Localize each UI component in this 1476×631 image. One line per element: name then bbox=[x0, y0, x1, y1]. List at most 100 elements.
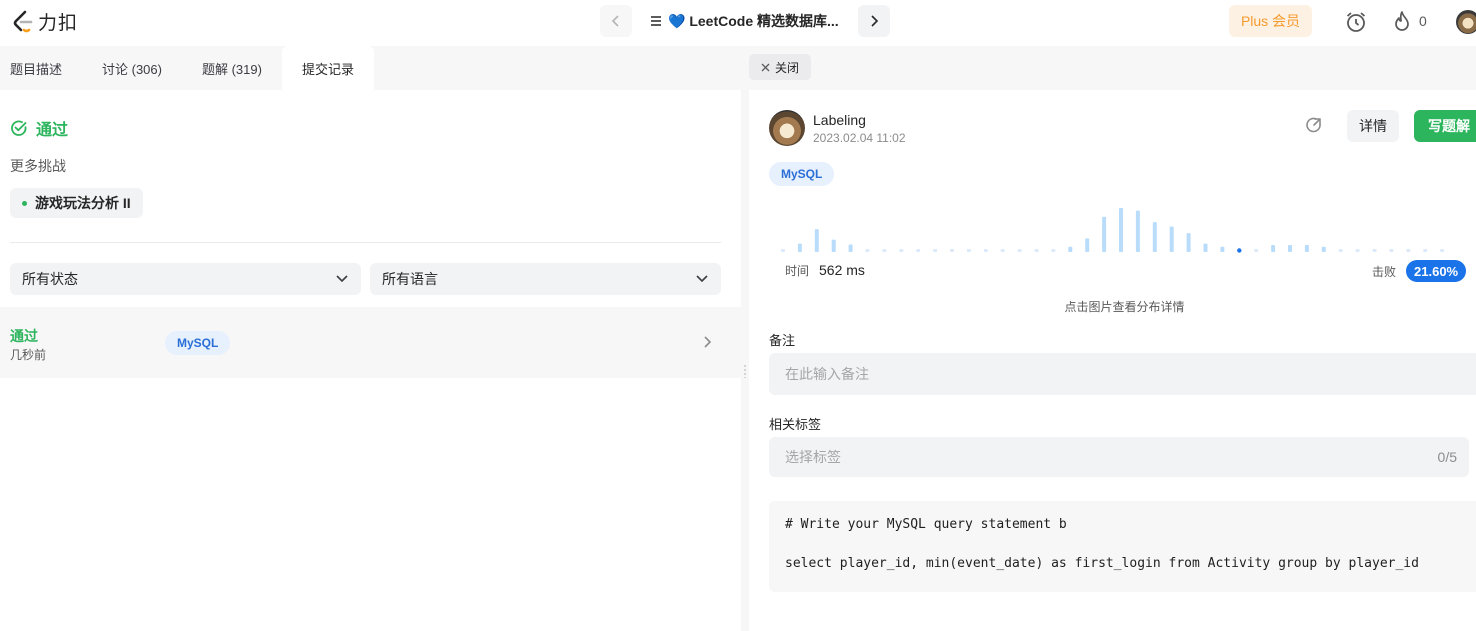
chevron-down-icon bbox=[696, 275, 708, 283]
challenge-item[interactable]: 游戏玩法分析 II bbox=[10, 188, 143, 218]
beats-value: 21.60% bbox=[1406, 260, 1467, 282]
code-line: select player_id, min(event_date) as fir… bbox=[785, 556, 1419, 571]
avatar[interactable] bbox=[769, 110, 805, 146]
logo[interactable]: 力扣 bbox=[12, 8, 78, 35]
check-circle-icon bbox=[11, 120, 27, 136]
tab-submissions[interactable]: 提交记录 bbox=[281, 46, 374, 90]
chevron-down-icon bbox=[336, 275, 348, 283]
language-badge: MySQL bbox=[769, 162, 835, 186]
distribution-bar bbox=[1068, 246, 1073, 252]
distribution-bar bbox=[781, 249, 785, 252]
submission-time: 几秒前 bbox=[10, 348, 47, 362]
chart-hint[interactable]: 点击图片查看分布详情 bbox=[749, 298, 1476, 315]
problem-list-title: 💙 LeetCode 精选数据库... bbox=[668, 13, 839, 29]
runtime-value: 562 ms bbox=[819, 262, 865, 278]
close-icon bbox=[761, 63, 770, 71]
distribution-bar bbox=[899, 249, 904, 252]
write-solution-button[interactable]: 写题解 bbox=[1414, 110, 1476, 142]
streak-count: 0 bbox=[1419, 13, 1427, 29]
code-line: # Write your MySQL query statement b bbox=[785, 517, 1067, 532]
top-nav: 力扣 💙 LeetCode 精选数据库... Plus 会员 0 bbox=[0, 0, 1476, 43]
flame-icon bbox=[1395, 11, 1409, 31]
close-label: 关闭 bbox=[775, 60, 800, 75]
next-problem-button[interactable] bbox=[858, 5, 890, 37]
share-icon[interactable] bbox=[1305, 116, 1323, 134]
distribution-bar bbox=[1423, 249, 1428, 252]
distribution-bar bbox=[1338, 249, 1343, 252]
note-input[interactable] bbox=[769, 353, 1476, 395]
alarm-clock-icon[interactable] bbox=[1344, 10, 1368, 34]
streak-counter[interactable]: 0 bbox=[1393, 10, 1427, 32]
distribution-bar bbox=[1186, 233, 1191, 252]
list-icon bbox=[651, 16, 661, 26]
result-status: 通过 bbox=[10, 116, 68, 140]
submission-detail-panel: Labeling 2023.02.04 11:02 详情 写题解 MySQL 时… bbox=[749, 90, 1476, 631]
distribution-bar bbox=[1203, 243, 1208, 252]
challenge-title: 游戏玩法分析 II bbox=[35, 195, 131, 211]
distribution-bar bbox=[814, 229, 819, 252]
brand-name: 力扣 bbox=[38, 12, 79, 34]
runtime-stat: 时间 562 ms bbox=[785, 262, 865, 279]
distribution-bar bbox=[1288, 244, 1292, 252]
distribution-bar bbox=[1271, 244, 1276, 252]
detail-tabs: 关闭 bbox=[749, 46, 1476, 90]
beats-stat: 击败 21.60% bbox=[1372, 260, 1467, 282]
note-label: 备注 bbox=[769, 333, 796, 348]
distribution-bar bbox=[1254, 249, 1259, 252]
distribution-bar bbox=[1051, 249, 1056, 252]
distribution-bar bbox=[966, 249, 971, 252]
language-filter-value: 所有语言 bbox=[382, 271, 438, 287]
submitted-at: 2023.02.04 11:02 bbox=[813, 131, 906, 145]
problem-tabs: 题目描述 讨论 (306) 题解 (319) 提交记录 bbox=[0, 46, 741, 90]
distribution-bar bbox=[831, 239, 836, 252]
username[interactable]: Labeling bbox=[813, 112, 866, 128]
submission-language: MySQL bbox=[165, 331, 231, 355]
distribution-bar bbox=[848, 244, 853, 252]
distribution-bar bbox=[1321, 246, 1326, 252]
chevron-right-icon bbox=[704, 336, 712, 348]
left-panel: 题目描述 讨论 (306) 题解 (319) 提交记录 通过 更多挑战 游戏玩法… bbox=[0, 46, 741, 631]
tags-label: 相关标签 bbox=[769, 417, 822, 432]
plus-membership-button[interactable]: Plus 会员 bbox=[1229, 5, 1312, 37]
tab-discussion[interactable]: 讨论 (306) bbox=[82, 46, 182, 90]
tab-solutions[interactable]: 题解 (319) bbox=[182, 46, 282, 90]
chevron-right-icon bbox=[871, 15, 879, 27]
language-filter[interactable]: 所有语言 bbox=[370, 263, 721, 295]
distribution-bar bbox=[1304, 244, 1309, 252]
user-avatar[interactable] bbox=[1456, 10, 1476, 34]
status-filter-value: 所有状态 bbox=[22, 271, 78, 287]
divider bbox=[10, 242, 721, 243]
code-block[interactable]: # Write your MySQL query statement b sel… bbox=[769, 501, 1476, 592]
distribution-bar bbox=[1085, 238, 1090, 252]
beats-label: 击败 bbox=[1372, 264, 1397, 279]
prev-problem-button[interactable] bbox=[600, 5, 632, 37]
distribution-bar bbox=[933, 249, 938, 252]
runtime-distribution-chart[interactable] bbox=[779, 200, 1469, 254]
distribution-bar bbox=[1355, 249, 1360, 252]
distribution-bar bbox=[1169, 226, 1174, 252]
leetcode-logo-icon bbox=[13, 10, 33, 32]
distribution-bar bbox=[1389, 249, 1394, 252]
distribution-bar bbox=[983, 249, 988, 252]
distribution-bar bbox=[865, 249, 870, 252]
panel-splitter[interactable] bbox=[741, 46, 749, 631]
distribution-bar bbox=[1440, 249, 1445, 252]
distribution-bar bbox=[1119, 208, 1123, 252]
submission-row[interactable]: 通过 几秒前 MySQL bbox=[0, 307, 741, 378]
problem-list-button[interactable]: 💙 LeetCode 精选数据库... bbox=[650, 11, 839, 31]
distribution-bar bbox=[1017, 249, 1022, 252]
distribution-bar bbox=[1406, 249, 1411, 252]
current-submission-marker bbox=[1237, 248, 1242, 253]
tab-description[interactable]: 题目描述 bbox=[0, 46, 82, 90]
status-filter[interactable]: 所有状态 bbox=[10, 263, 361, 295]
close-detail-tab[interactable]: 关闭 bbox=[749, 54, 812, 80]
result-status-text: 通过 bbox=[36, 122, 69, 139]
distribution-bar bbox=[916, 249, 921, 252]
drag-handle-icon bbox=[744, 364, 746, 378]
distribution-bar bbox=[1102, 216, 1107, 252]
distribution-bar bbox=[797, 243, 802, 252]
tags-select[interactable]: 选择标签 0/5 bbox=[769, 437, 1469, 477]
distribution-bar bbox=[1372, 249, 1377, 252]
detail-button[interactable]: 详情 bbox=[1347, 110, 1399, 142]
distribution-bar bbox=[882, 249, 887, 252]
